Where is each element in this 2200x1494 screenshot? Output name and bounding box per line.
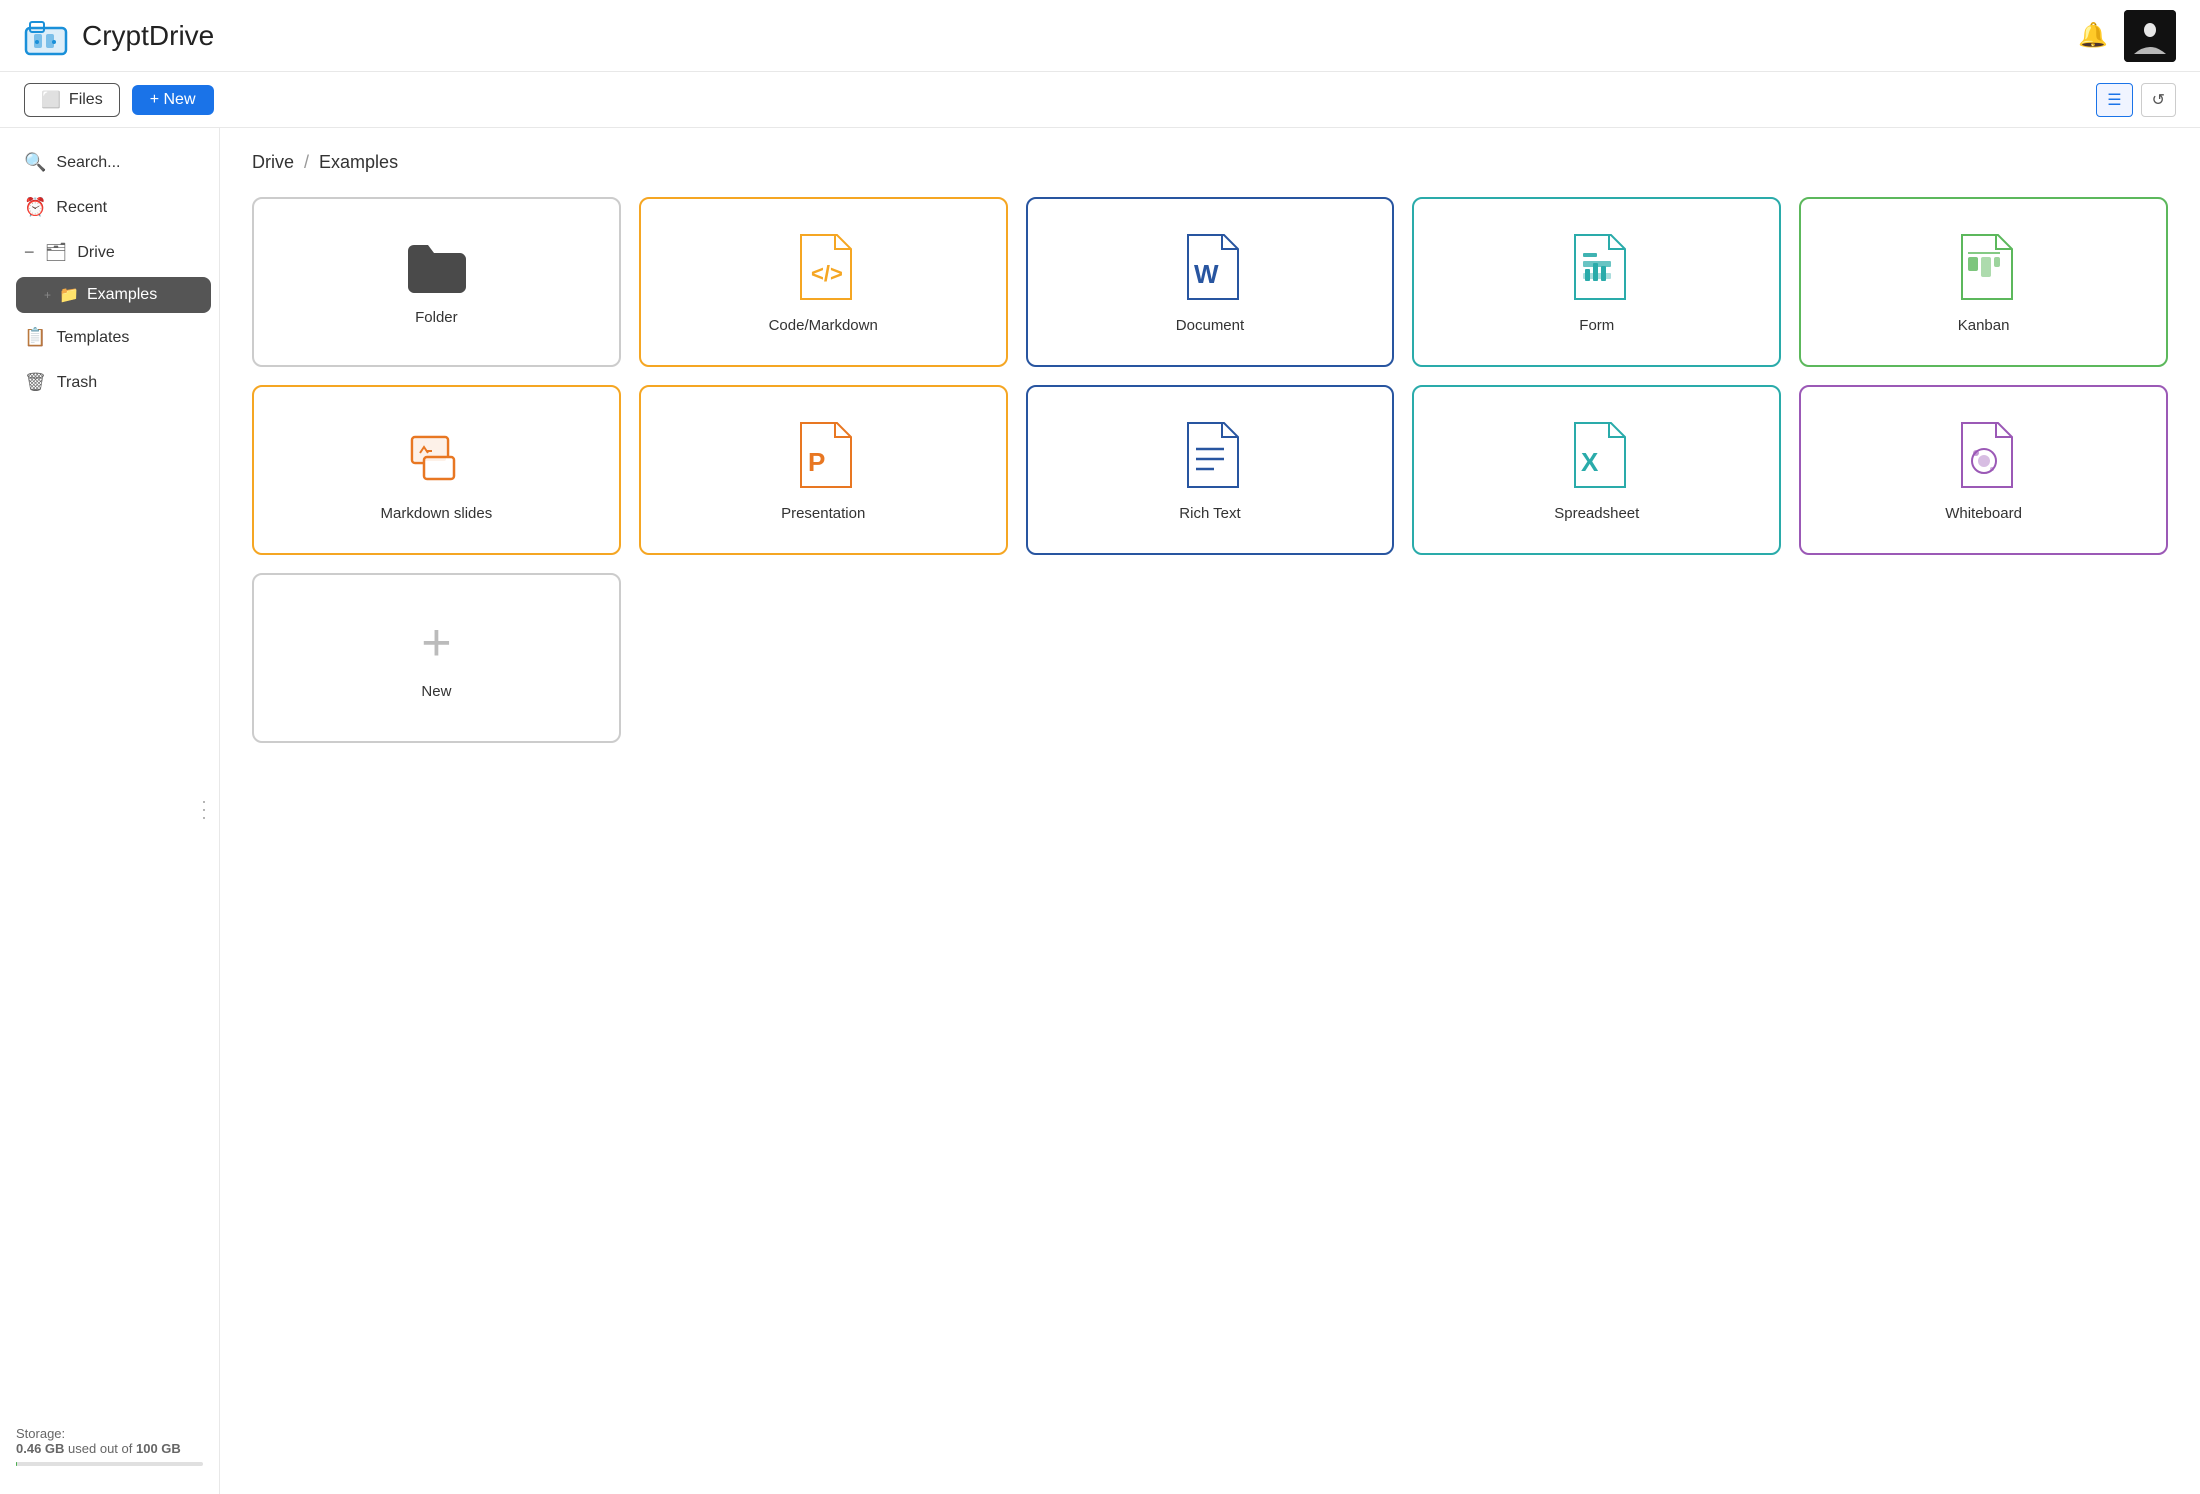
content-area: Drive / Examples Folder </> Code/Markdow… — [220, 128, 2200, 1494]
files-label: Files — [69, 91, 103, 109]
app-title: CryptDrive — [82, 20, 214, 52]
new-label: + New — [150, 91, 196, 109]
drive-collapse-icon: − — [24, 242, 35, 263]
storage-used: 0.46 GB — [16, 1441, 64, 1456]
whiteboard-label: Whiteboard — [1945, 505, 2022, 522]
storage-area: Storage: 0.46 GB used out of 100 GB — [0, 1410, 219, 1482]
card-presentation[interactable]: P Presentation — [639, 385, 1008, 555]
folder-icon: 📁 — [59, 285, 79, 305]
card-new[interactable]: + New — [252, 573, 621, 743]
history-button[interactable]: ↺ — [2141, 83, 2176, 117]
card-form[interactable]: Form — [1412, 197, 1781, 367]
logo-area: CryptDrive — [24, 14, 214, 58]
document-label: Document — [1176, 317, 1244, 334]
user-avatar[interactable] — [2124, 10, 2176, 62]
search-icon: 🔍 — [24, 152, 46, 173]
expand-icon: + — [44, 288, 51, 302]
rich-text-icon — [1178, 419, 1242, 491]
document-icon: W — [1178, 231, 1242, 303]
toolbar: ⬜ Files + New ☰ ↺ — [0, 72, 2200, 128]
storage-between: used out of — [68, 1441, 132, 1456]
drive-folder-icon: 🗂 — [45, 242, 68, 263]
card-folder[interactable]: Folder — [252, 197, 621, 367]
whiteboard-icon — [1952, 419, 2016, 491]
card-rich-text[interactable]: Rich Text — [1026, 385, 1395, 555]
header-right: 🔔 — [2078, 10, 2176, 62]
breadcrumb-root[interactable]: Drive — [252, 152, 294, 173]
folder-label: Folder — [415, 309, 458, 326]
markdown-slides-label: Markdown slides — [381, 505, 493, 522]
card-markdown-slides[interactable]: Markdown slides — [252, 385, 621, 555]
card-document[interactable]: W Document — [1026, 197, 1395, 367]
svg-text:</>: </> — [811, 261, 843, 286]
code-markdown-icon: </> — [791, 231, 855, 303]
new-card-label: New — [421, 683, 451, 700]
sidebar: 🔍 Search... ⏰ Recent − 🗂 Drive + 📁 Examp… — [0, 128, 220, 1494]
clock-icon: ⏰ — [24, 197, 46, 218]
svg-text:X: X — [1581, 447, 1599, 477]
sidebar-item-examples[interactable]: + 📁 Examples — [16, 277, 211, 313]
card-code-markdown[interactable]: </> Code/Markdown — [639, 197, 1008, 367]
spreadsheet-icon: X — [1565, 419, 1629, 491]
header: CryptDrive 🔔 — [0, 0, 2200, 72]
examples-label: Examples — [87, 286, 157, 304]
storage-total: 100 GB — [136, 1441, 181, 1456]
kanban-label: Kanban — [1958, 317, 2010, 334]
templates-icon: 📋 — [24, 327, 46, 348]
form-label: Form — [1579, 317, 1614, 334]
sidebar-tree: + 📁 Examples — [0, 275, 219, 315]
notifications-bell-icon[interactable]: 🔔 — [2078, 21, 2108, 50]
card-kanban[interactable]: Kanban — [1799, 197, 2168, 367]
new-button[interactable]: + New — [132, 85, 214, 115]
templates-label: Templates — [56, 329, 129, 347]
markdown-slides-icon — [404, 419, 468, 491]
toolbar-right: ☰ ↺ — [2096, 83, 2176, 117]
rich-text-label: Rich Text — [1179, 505, 1240, 522]
card-whiteboard[interactable]: Whiteboard — [1799, 385, 2168, 555]
trash-icon: 🗑 — [24, 372, 47, 393]
storage-fill — [16, 1462, 17, 1466]
storage-bar — [16, 1462, 203, 1466]
recent-label: Recent — [56, 199, 107, 217]
drive-label: Drive — [77, 244, 114, 262]
sidebar-item-drive[interactable]: − 🗂 Drive — [8, 232, 211, 273]
code-markdown-label: Code/Markdown — [769, 317, 878, 334]
presentation-label: Presentation — [781, 505, 865, 522]
main-layout: 🔍 Search... ⏰ Recent − 🗂 Drive + 📁 Examp… — [0, 128, 2200, 1494]
plus-icon: + — [421, 617, 451, 669]
files-button[interactable]: ⬜ Files — [24, 83, 120, 117]
sidebar-item-templates[interactable]: 📋 Templates — [8, 317, 211, 358]
breadcrumb: Drive / Examples — [252, 152, 2168, 173]
sidebar-item-trash[interactable]: 🗑 Trash — [8, 362, 211, 403]
kanban-icon — [1952, 231, 2016, 303]
form-icon — [1565, 231, 1629, 303]
storage-label: Storage: — [16, 1426, 65, 1441]
cryptdrive-logo-icon — [24, 14, 68, 58]
search-label: Search... — [56, 154, 120, 172]
breadcrumb-current: Examples — [319, 152, 398, 173]
card-spreadsheet[interactable]: X Spreadsheet — [1412, 385, 1781, 555]
sidebar-item-search[interactable]: 🔍 Search... — [8, 142, 211, 183]
files-icon: ⬜ — [41, 90, 61, 110]
presentation-icon: P — [791, 419, 855, 491]
svg-text:P: P — [808, 447, 825, 477]
sidebar-item-recent[interactable]: ⏰ Recent — [8, 187, 211, 228]
spreadsheet-label: Spreadsheet — [1554, 505, 1639, 522]
trash-label: Trash — [57, 374, 97, 392]
svg-text:W: W — [1194, 259, 1219, 289]
sidebar-more-dots[interactable]: ··· — [190, 791, 219, 831]
storage-text: Storage: 0.46 GB used out of 100 GB — [16, 1426, 203, 1456]
cards-grid: Folder </> Code/Markdown W Document — [252, 197, 2168, 743]
list-view-button[interactable]: ☰ — [2096, 83, 2132, 117]
folder-icon — [404, 239, 468, 295]
breadcrumb-separator: / — [304, 152, 309, 173]
